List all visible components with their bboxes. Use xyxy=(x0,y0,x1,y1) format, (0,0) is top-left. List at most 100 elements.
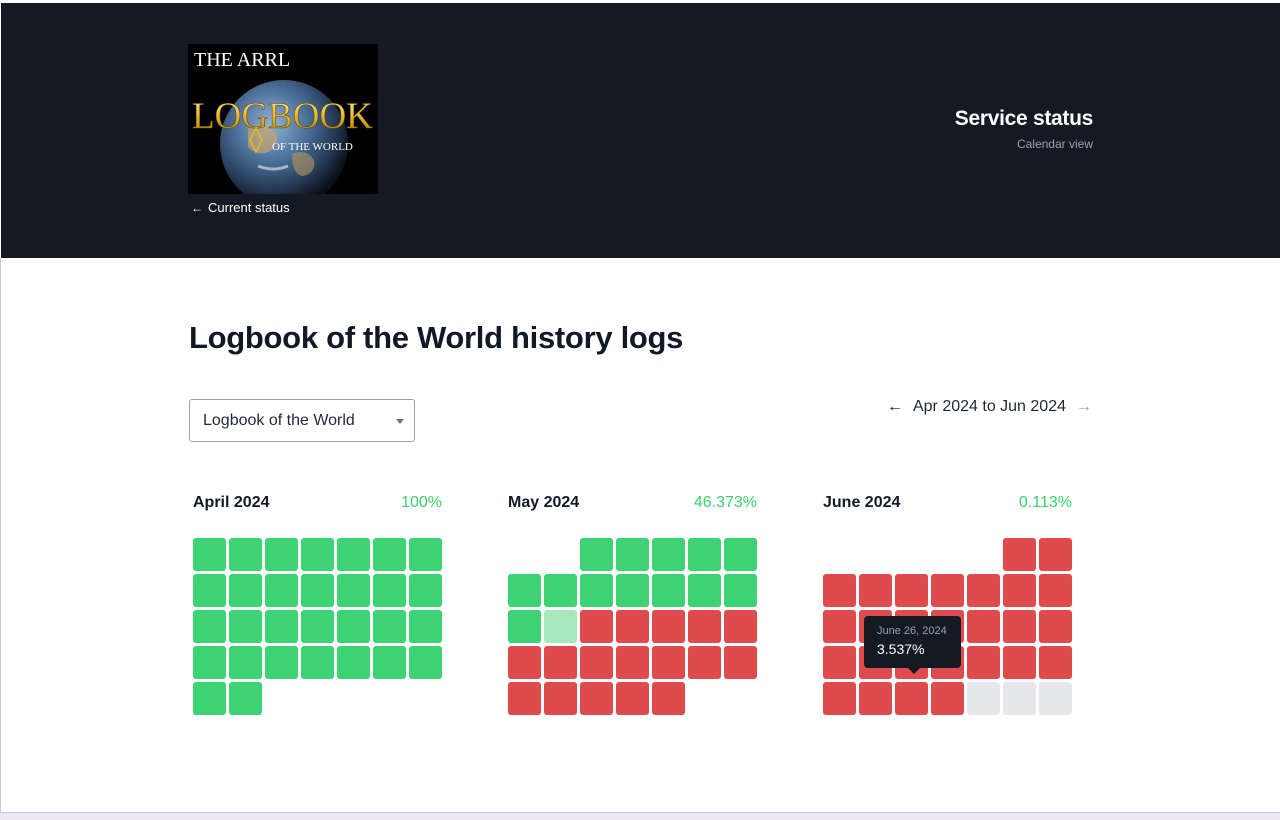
calendar-day-9[interactable] xyxy=(616,574,649,607)
calendar-day-26[interactable] xyxy=(895,682,928,715)
calendar-blank-cell xyxy=(508,538,541,571)
calendar-day-12[interactable] xyxy=(724,574,757,607)
calendar-day-15[interactable] xyxy=(580,610,613,643)
calendar-day-9[interactable] xyxy=(1039,574,1072,607)
calendar-day-14[interactable] xyxy=(967,610,1000,643)
calendar-day-17[interactable] xyxy=(823,646,856,679)
arrow-left-icon[interactable]: ← xyxy=(887,398,903,416)
calendar-day-10[interactable] xyxy=(652,574,685,607)
calendar-day-23[interactable] xyxy=(1039,646,1072,679)
calendar-day-2[interactable] xyxy=(616,538,649,571)
calendar-day-7[interactable] xyxy=(409,538,442,571)
calendar-day-1[interactable] xyxy=(1003,538,1036,571)
calendar-day-22[interactable] xyxy=(1003,646,1036,679)
calendar-day-9[interactable] xyxy=(229,574,262,607)
calendar-day-13[interactable] xyxy=(373,574,406,607)
calendar-day-7[interactable] xyxy=(967,574,1000,607)
calendar-day-16[interactable] xyxy=(1039,610,1072,643)
calendar-day-17[interactable] xyxy=(652,610,685,643)
month-calendar-april: April 2024 100% xyxy=(189,494,445,715)
arrl-logbook-logo[interactable]: THE ARRL LOGBOOK OF THE WORLD xyxy=(188,44,378,194)
current-status-link[interactable]: ← Current status xyxy=(191,200,290,215)
calendar-day-24[interactable] xyxy=(265,646,298,679)
current-status-label: Current status xyxy=(208,200,290,215)
calendar-day-23[interactable] xyxy=(616,646,649,679)
calendar-day-17[interactable] xyxy=(265,610,298,643)
service-selector[interactable]: Logbook of the World xyxy=(189,399,415,442)
calendar-day-15[interactable] xyxy=(1003,610,1036,643)
calendar-day-19[interactable] xyxy=(724,610,757,643)
calendar-day-11[interactable] xyxy=(301,574,334,607)
calendar-day-18[interactable] xyxy=(688,610,721,643)
calendar-day-11[interactable] xyxy=(688,574,721,607)
calendar-day-10[interactable] xyxy=(265,574,298,607)
calendar-day-4[interactable] xyxy=(859,574,892,607)
calendar-day-26[interactable] xyxy=(724,646,757,679)
calendar-day-1[interactable] xyxy=(580,538,613,571)
calendar-day-21[interactable] xyxy=(967,646,1000,679)
month-uptime: 100% xyxy=(401,494,442,511)
calendar-day-4[interactable] xyxy=(688,538,721,571)
calendar-day-16[interactable] xyxy=(616,610,649,643)
calendar-day-15[interactable] xyxy=(193,610,226,643)
calendar-day-12[interactable] xyxy=(337,574,370,607)
calendar-day-25[interactable] xyxy=(859,682,892,715)
calendar-day-6[interactable] xyxy=(931,574,964,607)
calendar-day-27[interactable] xyxy=(508,682,541,715)
calendar-day-5[interactable] xyxy=(724,538,757,571)
calendar-day-8[interactable] xyxy=(1003,574,1036,607)
calendar-day-27[interactable] xyxy=(931,682,964,715)
calendar-day-3[interactable] xyxy=(265,538,298,571)
calendar-day-5[interactable] xyxy=(895,574,928,607)
calendar-day-16[interactable] xyxy=(229,610,262,643)
calendar-day-30[interactable] xyxy=(229,682,262,715)
calendar-day-2[interactable] xyxy=(1039,538,1072,571)
calendar-day-3[interactable] xyxy=(652,538,685,571)
calendar-day-25[interactable] xyxy=(688,646,721,679)
calendar-day-28 xyxy=(967,682,1000,715)
arrow-right-icon[interactable]: → xyxy=(1076,398,1092,416)
calendar-day-10[interactable] xyxy=(823,610,856,643)
calendar-day-28[interactable] xyxy=(544,682,577,715)
calendar-day-7[interactable] xyxy=(544,574,577,607)
calendar-day-8[interactable] xyxy=(580,574,613,607)
calendar-day-19[interactable] xyxy=(337,610,370,643)
calendar-day-21[interactable] xyxy=(409,610,442,643)
calendar-day-20[interactable] xyxy=(508,646,541,679)
calendar-day-23[interactable] xyxy=(229,646,262,679)
calendar-day-8[interactable] xyxy=(193,574,226,607)
calendar-day-30[interactable] xyxy=(616,682,649,715)
calendar-day-5[interactable] xyxy=(337,538,370,571)
calendar-day-26[interactable] xyxy=(337,646,370,679)
calendar-day-3[interactable] xyxy=(823,574,856,607)
calendar-day-29[interactable] xyxy=(580,682,613,715)
calendar-day-24[interactable] xyxy=(652,646,685,679)
calendar-day-31[interactable] xyxy=(652,682,685,715)
calendar-day-22[interactable] xyxy=(193,646,226,679)
service-selector-value: Logbook of the World xyxy=(203,411,355,429)
calendar-day-29[interactable] xyxy=(193,682,226,715)
calendar-day-25[interactable] xyxy=(301,646,334,679)
calendar-day-21[interactable] xyxy=(544,646,577,679)
month-header: April 2024 100% xyxy=(189,494,445,516)
calendar-day-14[interactable] xyxy=(544,610,577,643)
page: THE ARRL LOGBOOK OF THE WORLD ← Current … xyxy=(0,0,1280,820)
calendar-day-14[interactable] xyxy=(409,574,442,607)
calendar-day-24[interactable] xyxy=(823,682,856,715)
calendar-day-6[interactable] xyxy=(373,538,406,571)
calendar-day-18[interactable] xyxy=(301,610,334,643)
calendar-day-2[interactable] xyxy=(229,538,262,571)
calendar-day-22[interactable] xyxy=(580,646,613,679)
calendar-day-13[interactable] xyxy=(508,610,541,643)
calendar-blank-cell xyxy=(895,538,928,571)
calendar-day-4[interactable] xyxy=(301,538,334,571)
calendar-day-28[interactable] xyxy=(409,646,442,679)
calendar-day-6[interactable] xyxy=(508,574,541,607)
logo-text-line1: THE ARRL xyxy=(194,49,290,71)
calendar-blank-cell xyxy=(544,538,577,571)
calendar-day-20[interactable] xyxy=(373,610,406,643)
calendar-day-27[interactable] xyxy=(373,646,406,679)
calendar-blank-cell xyxy=(967,538,1000,571)
logo-text-line2: LOGBOOK xyxy=(192,96,373,137)
calendar-day-1[interactable] xyxy=(193,538,226,571)
